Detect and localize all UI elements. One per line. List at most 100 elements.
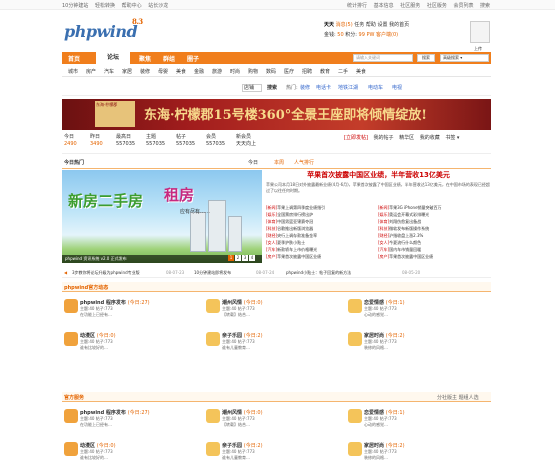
forum-icon[interactable] bbox=[64, 299, 78, 313]
section-moderators[interactable]: 分社版主 题组人选 bbox=[437, 394, 479, 401]
subnav-item[interactable]: 美食 bbox=[176, 68, 186, 75]
ticker-item[interactable]: 10分钟建站即将发布 bbox=[194, 270, 231, 276]
news-category[interactable]: [房产] bbox=[378, 254, 389, 259]
my-posts-link[interactable]: 我的帖子 bbox=[374, 135, 394, 141]
forum-card[interactable]: 恋爱情感 (今日:1) 主题:40 帖子:773 心动的感觉… bbox=[348, 298, 448, 332]
help-link[interactable]: 帮助 bbox=[366, 22, 376, 28]
avatar[interactable]: 上传 bbox=[470, 21, 490, 51]
subnav-item[interactable]: 二手 bbox=[338, 68, 348, 75]
subnav-item[interactable]: 母婴 bbox=[158, 68, 168, 75]
ticker-item[interactable]: phpwind小贴士：帖子回复的新方法 bbox=[286, 270, 351, 276]
forum-title-line[interactable]: phpwind 程序发布 (今日:27) bbox=[80, 299, 150, 306]
forum-last-post[interactable]: 【转载】结合… bbox=[222, 312, 250, 318]
hot-tag[interactable]: 电动车 bbox=[368, 84, 383, 91]
top-link[interactable]: 搜索 bbox=[480, 3, 490, 9]
forum-title-line[interactable]: 亲子乐园 (今日:2) bbox=[222, 332, 263, 339]
news-title[interactable]: 苹果3G iPhone销量突破百万 bbox=[389, 205, 441, 210]
ad-banner[interactable]: 东海·柠檬郡 东海·柠檬郡15号楼360°全景王座即将倾情绽放! bbox=[62, 99, 491, 130]
news-title[interactable]: 刘翔伤愈复出备战 bbox=[389, 219, 421, 224]
forum-title-line[interactable]: phpwind 程序发布 (今日:27) bbox=[80, 409, 150, 416]
forum-last-post[interactable]: 【转载】结合… bbox=[222, 422, 250, 428]
news-item[interactable]: [女人]今夏流行什么颜色 bbox=[378, 240, 421, 245]
news-title[interactable]: 央行上调存款准备金率 bbox=[277, 233, 317, 238]
bookmarks-dropdown[interactable]: 书签 ▾ bbox=[445, 135, 459, 141]
forum-last-post[interactable]: 谁有儿童教育… bbox=[222, 455, 250, 461]
news-title[interactable]: 沪指收盘上涨2.3% bbox=[389, 233, 423, 238]
top-link[interactable]: 统计排行 bbox=[347, 3, 367, 9]
forum-last-post[interactable]: 在功能上已经有… bbox=[80, 312, 112, 318]
subnav-item[interactable]: 数码 bbox=[266, 68, 276, 75]
hot-tag[interactable]: 电话卡 bbox=[316, 84, 331, 91]
forum-icon[interactable] bbox=[206, 299, 220, 313]
news-category[interactable]: [女人] bbox=[266, 240, 277, 245]
news-item[interactable]: [科技]谷歌推出新版浏览器 bbox=[266, 226, 313, 231]
forum-icon[interactable] bbox=[64, 409, 78, 423]
forum-card[interactable]: 亲子乐园 (今日:2) 主题:40 帖子:773 谁有儿童教育… bbox=[206, 441, 306, 474]
messages-link[interactable]: 消息(5) bbox=[336, 22, 353, 28]
subnav-item[interactable]: 购物 bbox=[248, 68, 258, 75]
new-post-link[interactable]: [立即发帖] bbox=[344, 135, 368, 141]
news-category[interactable]: [娱乐] bbox=[378, 212, 389, 217]
forum-card[interactable]: 恋爱情感 (今日:1) 主题:40 帖子:773 心动的感觉… bbox=[348, 408, 448, 442]
tab-week[interactable]: 本周 bbox=[274, 159, 284, 166]
hot-tag[interactable]: 电视 bbox=[392, 84, 402, 91]
slide-page-button[interactable]: 2 bbox=[235, 255, 241, 261]
news-category[interactable]: [女人] bbox=[378, 240, 389, 245]
news-title[interactable]: 中国男篮亚锦赛夺冠 bbox=[277, 219, 313, 224]
forum-card[interactable]: 潮州风情 (今日:0) 主题:40 帖子:773 【转载】结合… bbox=[206, 298, 306, 332]
forum-icon[interactable] bbox=[348, 409, 362, 423]
news-title[interactable]: 夏季护肤小贴士 bbox=[277, 240, 305, 245]
subnav-item[interactable]: 汽车 bbox=[104, 68, 114, 75]
subnav-item[interactable]: 装修 bbox=[140, 68, 150, 75]
forum-icon[interactable] bbox=[206, 442, 220, 456]
news-category[interactable]: [汽车] bbox=[266, 247, 277, 252]
tab-today[interactable]: 今日 bbox=[248, 159, 258, 166]
forum-icon[interactable] bbox=[348, 442, 362, 456]
forum-title-line[interactable]: 潮州风情 (今日:0) bbox=[222, 299, 263, 306]
top-link[interactable]: 10分钟建站 bbox=[62, 3, 88, 9]
forum-card[interactable]: 亲子乐园 (今日:2) 主题:40 帖子:773 谁有儿童教育… bbox=[206, 331, 306, 365]
slide-page-button[interactable]: 1 bbox=[228, 255, 234, 261]
nav-item-circle[interactable]: 圈子 bbox=[187, 54, 199, 63]
search-input[interactable]: 请输入关键词 bbox=[353, 54, 413, 62]
task-link[interactable]: 任务 bbox=[354, 22, 364, 28]
advanced-search-button[interactable]: 高级搜索 ▾ bbox=[440, 54, 489, 62]
forum-last-post[interactable]: 在功能上已经有… bbox=[80, 422, 112, 428]
forum-icon[interactable] bbox=[206, 332, 220, 346]
subnav-item[interactable]: 医疗 bbox=[284, 68, 294, 75]
search-button[interactable]: 搜索 bbox=[417, 54, 435, 62]
news-item[interactable]: [科技]微软发布新版操作系统 bbox=[378, 226, 429, 231]
forum-title-line[interactable]: 恋爱情感 (今日:1) bbox=[364, 409, 405, 416]
news-title[interactable]: 苹果上调第四季度业绩指引 bbox=[277, 205, 325, 210]
forum-title-line[interactable]: 家居时尚 (今日:2) bbox=[364, 332, 405, 339]
forum-card[interactable]: phpwind 程序发布 (今日:27) 主题:40 帖子:773 在功能上已经有… bbox=[64, 408, 164, 442]
top-link[interactable]: 站长沙龙 bbox=[148, 3, 168, 9]
news-title[interactable]: 奥运会开幕式彩排曝光 bbox=[389, 212, 429, 217]
slideshow[interactable]: 新房二手房 租房 应有尽有…… phpwind 资讯系统 v2.0 正式发布 1… bbox=[62, 170, 262, 263]
news-item[interactable]: [娱乐]奥运会开幕式彩排曝光 bbox=[378, 212, 429, 217]
nav-item-home[interactable]: 首页 bbox=[68, 54, 80, 63]
forum-last-post[interactable]: 谁有儿童教育… bbox=[222, 345, 250, 351]
forum-card[interactable]: 动漫区 (今日:0) 主题:40 帖子:773 谁有比较好的… bbox=[64, 331, 164, 365]
shop-search-button[interactable]: 搜索 bbox=[267, 84, 277, 91]
news-item[interactable]: [财经]沪指收盘上涨2.3% bbox=[378, 233, 423, 238]
hot-tag[interactable]: 装修 bbox=[300, 84, 310, 91]
subnav-item[interactable]: 房产 bbox=[86, 68, 96, 75]
news-item[interactable]: [房产]苹果首次披露中国区业绩 bbox=[378, 254, 433, 259]
news-category[interactable]: [财经] bbox=[378, 233, 389, 238]
news-category[interactable]: [科技] bbox=[378, 226, 389, 231]
news-category[interactable]: [娱乐] bbox=[266, 212, 277, 217]
news-title[interactable]: 今夏流行什么颜色 bbox=[389, 240, 421, 245]
news-item[interactable]: [汽车]国内车市销量回暖 bbox=[378, 247, 421, 252]
subnav-item[interactable]: 招聘 bbox=[302, 68, 312, 75]
forum-icon[interactable] bbox=[348, 332, 362, 346]
news-category[interactable]: [科技] bbox=[266, 226, 277, 231]
forum-last-post[interactable]: 谁有比较好的… bbox=[80, 345, 108, 351]
forum-card[interactable]: 潮州风情 (今日:0) 主题:40 帖子:773 【转载】结合… bbox=[206, 408, 306, 442]
forum-icon[interactable] bbox=[64, 332, 78, 346]
section-title[interactable]: phpwind官方动态 bbox=[64, 284, 108, 291]
news-item[interactable]: [财经]央行上调存款准备金率 bbox=[266, 233, 317, 238]
forum-icon[interactable] bbox=[348, 299, 362, 313]
news-item[interactable]: [体育]中国男篮亚锦赛夺冠 bbox=[266, 219, 313, 224]
settings-link[interactable]: 设置 bbox=[378, 22, 388, 28]
